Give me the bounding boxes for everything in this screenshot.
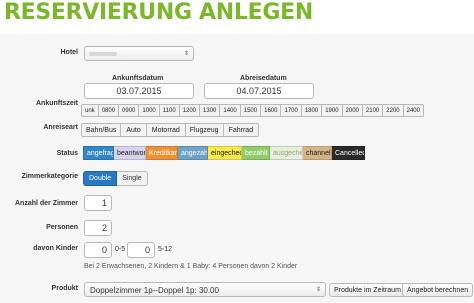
persons-label: Personen xyxy=(46,224,78,231)
persons-input[interactable]: 2 xyxy=(84,220,112,236)
time-option[interactable]: 0800 xyxy=(98,104,120,117)
status-option[interactable]: angezahlt xyxy=(178,146,208,160)
children-hint: Bei 2 Erwachsenen, 2 Kindern & 1 Baby: 4… xyxy=(84,263,298,270)
time-option[interactable]: 1000 xyxy=(139,104,160,117)
time-option[interactable]: 1800 xyxy=(301,104,323,117)
time-option[interactable]: 2000 xyxy=(342,104,363,117)
hotel-select[interactable]: ⇕ xyxy=(84,46,194,61)
children-0-5-range: 0-5 xyxy=(115,246,126,253)
time-option[interactable]: 1200 xyxy=(179,104,201,117)
status-option[interactable]: eingecheckt xyxy=(208,146,242,160)
departure-date-input[interactable]: 04.07.2015 xyxy=(204,83,314,99)
time-option[interactable]: 1500 xyxy=(240,104,262,117)
time-option[interactable]: 1600 xyxy=(261,104,282,117)
time-option[interactable]: 2200 xyxy=(383,104,404,117)
arrival-time-group: unk 0800 0900 1000 1100 1200 1300 1400 1… xyxy=(81,104,424,117)
hotel-label: Hotel xyxy=(60,49,79,56)
rooms-label: Anzahl der Zimmer xyxy=(14,200,78,207)
status-label: Status xyxy=(56,150,78,157)
children-label: davon Kinder xyxy=(33,245,78,252)
travel-mode-label: Anreiseart xyxy=(43,124,78,131)
room-category-single[interactable]: Single xyxy=(117,171,148,186)
travel-option-fahrrad[interactable]: Fahrrad xyxy=(223,123,260,137)
page-title: RESERVIERUNG ANLEGEN xyxy=(4,0,313,25)
products-in-period-button[interactable]: Produkte im Zeitraum xyxy=(329,283,406,297)
departure-date-label: Abreisedatum xyxy=(240,75,287,82)
room-category-double[interactable]: Double xyxy=(83,171,118,186)
children-5-12-input[interactable]: 0 xyxy=(127,242,155,258)
room-category-toggle: Double Single xyxy=(83,171,148,186)
time-option[interactable]: 1100 xyxy=(159,104,180,117)
product-value: Doppelzimmer 1p--Doppel 1p: 30.00 xyxy=(90,286,219,295)
time-option[interactable]: 1400 xyxy=(220,104,241,117)
travel-option-motorrad[interactable]: Motorrad xyxy=(146,123,186,137)
time-option[interactable]: 2400 xyxy=(403,104,424,117)
status-option[interactable]: bezahlt xyxy=(242,146,270,160)
hotel-value-placeholder xyxy=(89,52,117,56)
children-5-12-range: 5-12 xyxy=(158,246,173,253)
travel-option-auto[interactable]: Auto xyxy=(121,123,147,137)
arrival-time-label: Ankunftszeit xyxy=(36,100,78,107)
time-option[interactable]: 0900 xyxy=(119,104,140,117)
time-option[interactable]: 2100 xyxy=(362,104,384,117)
product-select[interactable]: Doppelzimmer 1p--Doppel 1p: 30.00 ⇕ xyxy=(84,282,326,297)
time-option[interactable]: 1900 xyxy=(322,104,343,117)
status-option[interactable]: Kreditkarte xyxy=(146,146,178,160)
status-option[interactable]: Cancelled xyxy=(332,146,365,160)
children-0-5-input[interactable]: 0 xyxy=(84,242,112,258)
chevron-updown-icon: ⇕ xyxy=(315,287,321,293)
travel-option-bahn[interactable]: Bahn/Bus xyxy=(81,123,122,137)
time-option[interactable]: 1300 xyxy=(200,104,221,117)
status-option[interactable]: channel xyxy=(303,146,332,160)
reservation-form: Hotel ⇕ Ankunftsdatum Abreisedatum 03.07… xyxy=(0,34,474,303)
status-option[interactable]: ausgecheckt xyxy=(270,146,303,160)
arrival-date-input[interactable]: 03.07.2015 xyxy=(84,83,194,99)
arrival-date-label: Ankunftsdatum xyxy=(112,75,164,82)
room-category-label: Zimmerkategorie xyxy=(21,173,78,180)
status-option[interactable]: beantwortet xyxy=(114,146,146,160)
time-option[interactable]: unk xyxy=(81,104,99,117)
chevron-updown-icon: ⇕ xyxy=(183,51,189,57)
product-label: Produkt xyxy=(51,285,78,292)
calculate-offer-button[interactable]: Angebot berechnen xyxy=(402,283,474,297)
travel-option-flugzeug[interactable]: Flugzeug xyxy=(185,123,224,137)
status-option[interactable]: angefragt xyxy=(83,146,114,160)
rooms-input[interactable]: 1 xyxy=(84,195,112,211)
time-option[interactable]: 1700 xyxy=(281,104,302,117)
travel-mode-group: Bahn/Bus Auto Motorrad Flugzeug Fahrrad xyxy=(81,123,260,137)
status-group: angefragt beantwortet Kreditkarte angeza… xyxy=(83,146,365,160)
